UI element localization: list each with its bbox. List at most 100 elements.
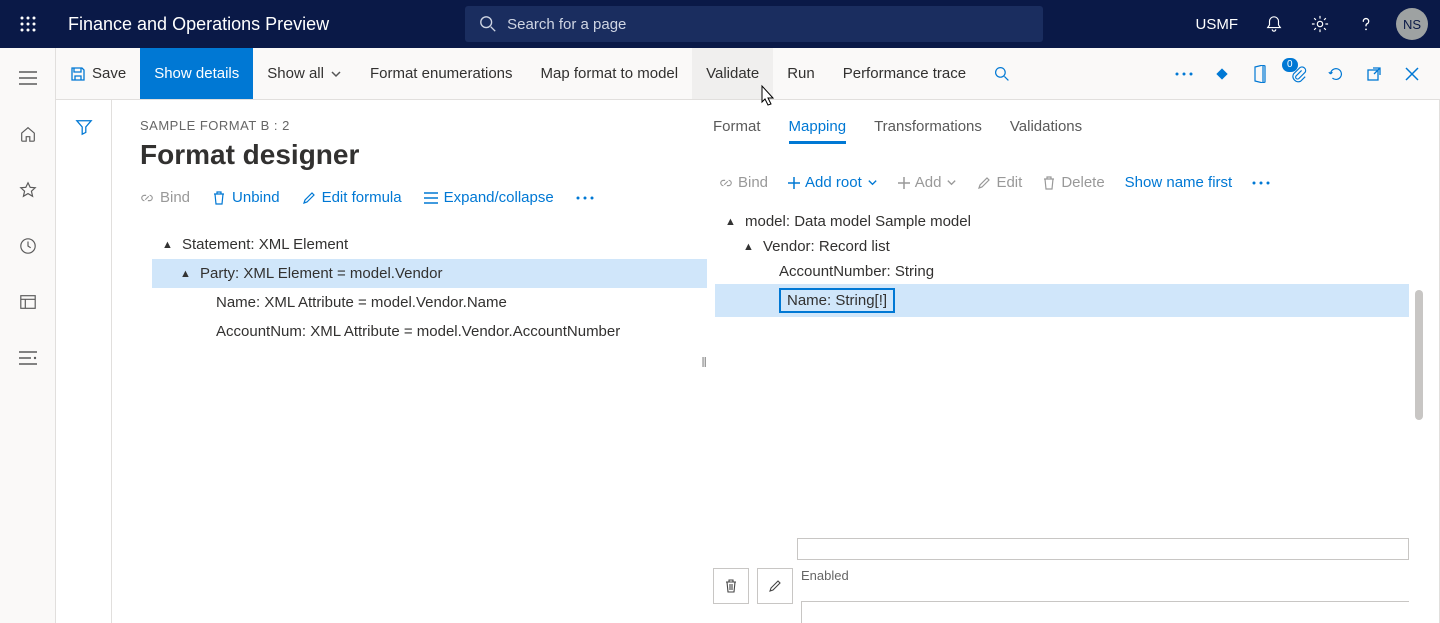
modules-icon[interactable] (12, 342, 44, 374)
tree-label: Vendor: Record list (763, 238, 890, 255)
company-code[interactable]: USMF (1196, 16, 1239, 33)
save-button[interactable]: Save (56, 48, 140, 99)
action-toolbar: Save Show details Show all Format enumer… (0, 48, 1440, 100)
add-label: Add (915, 174, 942, 191)
attachments-badge: 0 (1282, 58, 1298, 72)
workspaces-icon[interactable] (12, 286, 44, 318)
delete-button[interactable]: Delete (1042, 174, 1104, 191)
tree-label: Name: XML Attribute = model.Vendor.Name (216, 294, 507, 311)
expand-collapse-button[interactable]: Expand/collapse (424, 189, 554, 206)
tree-row-accountnumber[interactable]: AccountNumber: String (715, 259, 1409, 284)
tree-row-model[interactable]: ▲ model: Data model Sample model (715, 209, 1409, 234)
edit-formula-button[interactable]: Edit formula (302, 189, 402, 206)
run-button[interactable]: Run (773, 48, 829, 99)
chevron-down-icon (330, 68, 342, 80)
format-tree: ▲ Statement: XML Element ▲ Party: XML El… (152, 230, 707, 346)
help-icon[interactable] (1350, 8, 1382, 40)
app-launcher-icon[interactable] (12, 8, 44, 40)
trash-icon (724, 579, 738, 593)
property-fields: Enabled (707, 538, 1409, 623)
tab-validations[interactable]: Validations (1010, 118, 1082, 144)
tab-mapping[interactable]: Mapping (789, 118, 847, 144)
add-root-label: Add root (805, 174, 862, 191)
performance-trace-button[interactable]: Performance trace (829, 48, 980, 99)
show-details-label: Show details (154, 65, 239, 82)
expand-label: Expand/collapse (444, 189, 554, 206)
map-format-label: Map format to model (541, 65, 679, 82)
more-actions-button[interactable] (576, 196, 594, 200)
office-icon[interactable] (1242, 56, 1278, 92)
close-icon[interactable] (1394, 56, 1430, 92)
settings-icon[interactable] (1304, 8, 1336, 40)
search-icon (994, 66, 1010, 82)
diamond-icon[interactable] (1204, 56, 1240, 92)
chevron-down-icon (867, 177, 878, 188)
bind-label: Bind (738, 174, 768, 191)
edit-property-button[interactable] (757, 568, 793, 604)
refresh-icon[interactable] (1318, 56, 1354, 92)
more-icon[interactable] (1166, 56, 1202, 92)
more-icon (1252, 181, 1270, 185)
map-format-to-model-button[interactable]: Map format to model (527, 48, 693, 99)
enabled-input[interactable] (801, 601, 1409, 623)
format-enum-label: Format enumerations (370, 65, 513, 82)
format-enumerations-button[interactable]: Format enumerations (356, 48, 527, 99)
breadcrumb: SAMPLE FORMAT B : 2 (140, 118, 707, 133)
filter-icon[interactable] (75, 118, 93, 623)
header-right: USMF NS (1196, 8, 1429, 40)
tree-row-vendor[interactable]: ▲ Vendor: Record list (715, 234, 1409, 259)
edit-label: Edit (996, 174, 1022, 191)
notifications-icon[interactable] (1258, 8, 1290, 40)
enabled-label: Enabled (801, 568, 1409, 583)
popout-icon[interactable] (1356, 56, 1392, 92)
find-button[interactable] (980, 48, 1024, 99)
mapping-tree: ▲ model: Data model Sample model ▲ Vendo… (715, 209, 1439, 317)
filter-column (56, 100, 112, 623)
tree-label: AccountNumber: String (779, 263, 934, 280)
tree-row-name[interactable]: Name: XML Attribute = model.Vendor.Name (152, 288, 707, 317)
content-area: SAMPLE FORMAT B : 2 Format designer Bind… (56, 100, 1440, 623)
app-title: Finance and Operations Preview (68, 14, 329, 35)
validate-button[interactable]: Validate (692, 48, 773, 99)
mapping-pane: Format Mapping Transformations Validatio… (707, 100, 1439, 623)
trash-icon (212, 191, 226, 205)
left-nav-rail (0, 48, 56, 623)
property-input[interactable] (797, 538, 1409, 560)
more-icon (576, 196, 594, 200)
tab-format[interactable]: Format (713, 118, 761, 144)
tree-row-party[interactable]: ▲ Party: XML Element = model.Vendor (152, 259, 707, 288)
hamburger-icon[interactable] (12, 62, 44, 94)
delete-property-button[interactable] (713, 568, 749, 604)
recent-icon[interactable] (12, 230, 44, 262)
save-label: Save (92, 65, 126, 82)
edit-formula-label: Edit formula (322, 189, 402, 206)
add-button[interactable]: Add (898, 174, 958, 191)
edit-button[interactable]: Edit (977, 174, 1022, 191)
tab-transformations[interactable]: Transformations (874, 118, 982, 144)
show-details-button[interactable]: Show details (140, 48, 253, 99)
attachments-icon[interactable]: 0 (1280, 56, 1316, 92)
show-name-first-button[interactable]: Show name first (1125, 174, 1233, 191)
tree-row-statement[interactable]: ▲ Statement: XML Element (152, 230, 707, 259)
page-title: Format designer (140, 139, 707, 171)
bind-button[interactable]: Bind (719, 174, 768, 191)
left-pane-toolbar: Bind Unbind Edit formula Expand/collapse (140, 189, 707, 206)
chevron-down-icon (946, 177, 957, 188)
unbind-button[interactable]: Unbind (212, 189, 280, 206)
global-search[interactable] (465, 6, 1043, 42)
tree-row-accountnum[interactable]: AccountNum: XML Attribute = model.Vendor… (152, 317, 707, 346)
tree-row-name-selected[interactable]: Name: String[!] (715, 284, 1409, 317)
add-root-button[interactable]: Add root (788, 174, 878, 191)
save-icon (70, 66, 86, 82)
search-input[interactable] (507, 16, 1029, 33)
show-all-button[interactable]: Show all (253, 48, 356, 99)
main-panel: SAMPLE FORMAT B : 2 Format designer Bind… (112, 100, 1440, 623)
more-actions-button[interactable] (1252, 181, 1270, 185)
favorites-icon[interactable] (12, 174, 44, 206)
home-icon[interactable] (12, 118, 44, 150)
show-all-label: Show all (267, 65, 324, 82)
bind-button[interactable]: Bind (140, 189, 190, 206)
caret-icon: ▲ (162, 239, 174, 251)
scrollbar[interactable] (1415, 290, 1423, 420)
user-avatar[interactable]: NS (1396, 8, 1428, 40)
